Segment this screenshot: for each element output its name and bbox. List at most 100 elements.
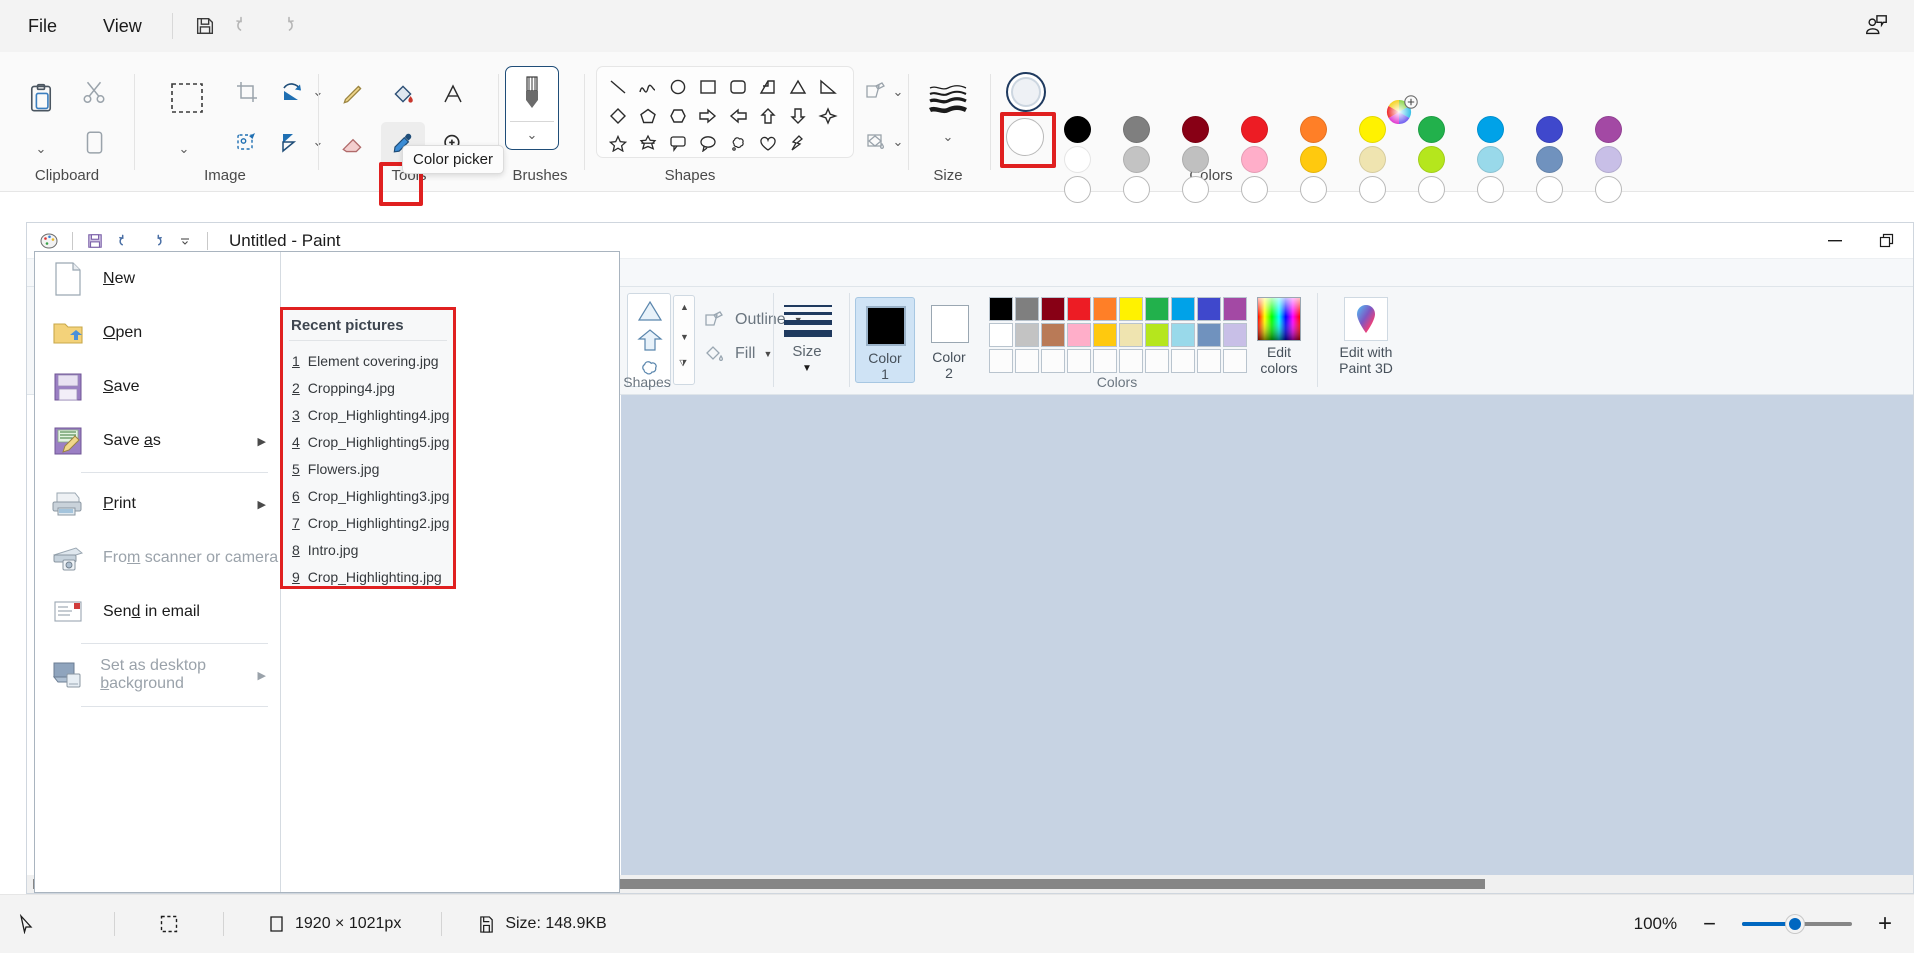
- paint-redo-icon[interactable]: [142, 229, 168, 253]
- color-swatch[interactable]: [1418, 176, 1445, 203]
- color-swatch[interactable]: [1241, 116, 1268, 143]
- zoom-out-button[interactable]: −: [1703, 911, 1716, 937]
- eraser-button[interactable]: [331, 122, 375, 166]
- menu-view[interactable]: View: [85, 10, 160, 43]
- crop-button[interactable]: [225, 70, 269, 114]
- color-swatch[interactable]: [1123, 146, 1150, 173]
- paint-3d-button[interactable]: Edit with Paint 3D: [1323, 297, 1409, 376]
- recent-picture-item[interactable]: 5Flowers.jpg: [283, 455, 453, 482]
- paint-color-swatch[interactable]: [1223, 349, 1247, 373]
- zoom-in-button[interactable]: +: [1878, 910, 1892, 938]
- recent-picture-item[interactable]: 7Crop_Highlighting2.jpg: [283, 509, 453, 536]
- color-swatch[interactable]: [1359, 146, 1386, 173]
- paint-size-label[interactable]: Size: [782, 343, 832, 360]
- size-button[interactable]: ⌄: [912, 66, 984, 158]
- paint-color-swatch[interactable]: [1197, 297, 1221, 321]
- color-swatch[interactable]: [1359, 176, 1386, 203]
- color-swatch[interactable]: [1477, 176, 1504, 203]
- paint-quick-access-chevron[interactable]: [172, 229, 198, 253]
- file-menu-item-open[interactable]: Open: [35, 306, 280, 360]
- undo-button[interactable]: [225, 8, 265, 44]
- paint-color-swatch[interactable]: [1093, 323, 1117, 347]
- save-button[interactable]: [185, 8, 225, 44]
- color-swatch[interactable]: [1300, 146, 1327, 173]
- file-menu-item-send-in-email[interactable]: Send in email: [35, 585, 280, 639]
- color-swatch[interactable]: [1595, 146, 1622, 173]
- brushes-button[interactable]: ⌄: [505, 66, 559, 150]
- paint-outline-label[interactable]: Outline: [735, 311, 786, 329]
- color-swatch[interactable]: [1064, 176, 1091, 203]
- text-button[interactable]: [431, 72, 475, 116]
- recent-picture-item[interactable]: 2Cropping4.jpg: [283, 374, 453, 401]
- paint-color-swatch[interactable]: [1145, 349, 1169, 373]
- paint-color2-button[interactable]: Color 2: [919, 297, 979, 383]
- recent-picture-item[interactable]: 3Crop_Highlighting4.jpg: [283, 401, 453, 428]
- select-dropdown-chevron[interactable]: ⌄: [165, 136, 203, 162]
- paint-color-swatch[interactable]: [1223, 297, 1247, 321]
- color-swatch[interactable]: [1595, 116, 1622, 143]
- paint-color-swatch[interactable]: [1223, 323, 1247, 347]
- redo-button[interactable]: [265, 8, 305, 44]
- color-swatch[interactable]: [1182, 116, 1209, 143]
- paint-fill-label[interactable]: Fill: [735, 345, 755, 363]
- paint-color-swatch[interactable]: [1093, 349, 1117, 373]
- recent-picture-item[interactable]: 1Element covering.jpg: [283, 347, 453, 374]
- paint-color-swatch[interactable]: [1171, 349, 1195, 373]
- color-swatch[interactable]: [1300, 176, 1327, 203]
- paint-canvas[interactable]: [621, 395, 1913, 875]
- recent-picture-item[interactable]: 6Crop_Highlighting3.jpg: [283, 482, 453, 509]
- recent-picture-item[interactable]: 9Crop_Highlighting.jpg: [283, 563, 453, 590]
- paint-color-swatch[interactable]: [1015, 297, 1039, 321]
- paint-color1-button[interactable]: Color 1: [855, 297, 915, 383]
- color-swatch[interactable]: [1418, 146, 1445, 173]
- color-swatch[interactable]: [1359, 116, 1386, 143]
- paint-color-swatch[interactable]: [1171, 297, 1195, 321]
- paint-color-swatch[interactable]: [1067, 323, 1091, 347]
- color-swatch[interactable]: [1300, 116, 1327, 143]
- paint-edit-colors-button[interactable]: Edit colors: [1249, 297, 1309, 376]
- cut-button[interactable]: [72, 70, 116, 114]
- resize-button[interactable]: [225, 120, 269, 164]
- paint-color-swatch[interactable]: [1119, 297, 1143, 321]
- paint-color-swatch[interactable]: [1145, 323, 1169, 347]
- zoom-slider-knob[interactable]: [1786, 915, 1804, 933]
- paint-save-icon[interactable]: [82, 229, 108, 253]
- color-swatch[interactable]: [1241, 146, 1268, 173]
- primary-color-swatch[interactable]: [1006, 72, 1046, 112]
- paint-color-swatch[interactable]: [1067, 349, 1091, 373]
- recent-picture-item[interactable]: 8Intro.jpg: [283, 536, 453, 563]
- paint-color-swatch[interactable]: [1093, 297, 1117, 321]
- paint-color-swatch[interactable]: [1015, 349, 1039, 373]
- color-swatch[interactable]: [1241, 176, 1268, 203]
- color-swatch[interactable]: [1123, 176, 1150, 203]
- paint-color-swatch[interactable]: [1145, 297, 1169, 321]
- paste-button[interactable]: [18, 70, 64, 126]
- pencil-button[interactable]: [331, 72, 375, 116]
- fill-bucket-button[interactable]: [381, 72, 425, 116]
- paint-color-swatch[interactable]: [1197, 349, 1221, 373]
- paint-color-swatch[interactable]: [989, 297, 1013, 321]
- color-swatch[interactable]: [1182, 146, 1209, 173]
- file-menu-item-new[interactable]: New: [35, 252, 280, 306]
- file-menu-item-save-as[interactable]: Save as▶: [35, 414, 280, 468]
- paint-color-swatch[interactable]: [1119, 323, 1143, 347]
- color-swatch[interactable]: [1064, 116, 1091, 143]
- zoom-slider[interactable]: [1742, 914, 1852, 934]
- paint-color-swatch[interactable]: [989, 349, 1013, 373]
- select-tool-button[interactable]: [159, 70, 215, 126]
- color-swatch[interactable]: [1477, 146, 1504, 173]
- copy-button[interactable]: [72, 120, 116, 164]
- restore-button[interactable]: [1861, 223, 1913, 259]
- paint-color-swatch[interactable]: [1041, 323, 1065, 347]
- color-swatch[interactable]: [1064, 146, 1091, 173]
- paint-color-swatch[interactable]: [1171, 323, 1195, 347]
- color-swatch[interactable]: [1418, 116, 1445, 143]
- paste-dropdown-chevron[interactable]: ⌄: [22, 136, 60, 162]
- color-swatch[interactable]: [1477, 116, 1504, 143]
- minimize-button[interactable]: [1809, 223, 1861, 259]
- menu-file[interactable]: File: [10, 10, 75, 43]
- color-swatch[interactable]: [1536, 176, 1563, 203]
- color-swatch[interactable]: [1182, 176, 1209, 203]
- color-swatch[interactable]: [1536, 116, 1563, 143]
- color-swatch[interactable]: [1123, 116, 1150, 143]
